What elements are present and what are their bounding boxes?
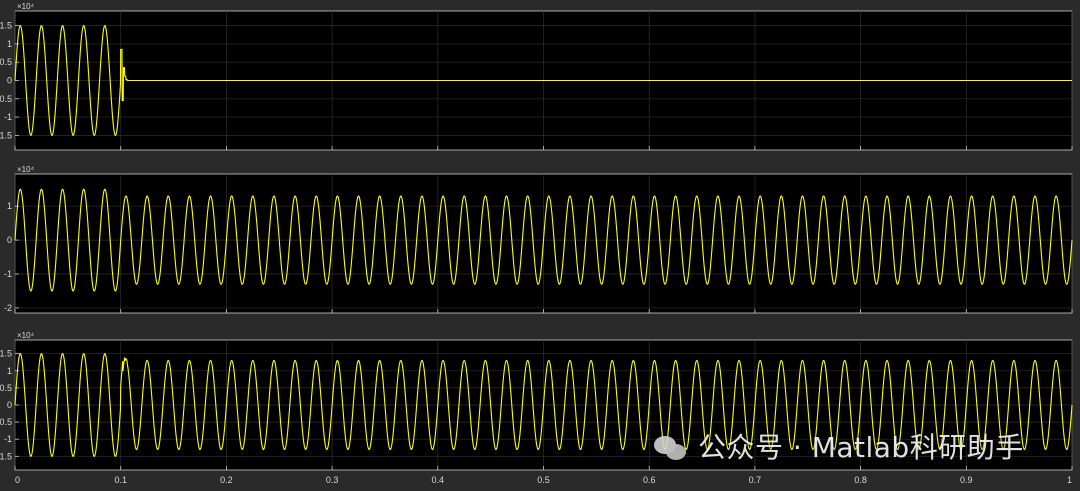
ytick-label-1-3: 0 [7, 76, 12, 86]
ytick-label-2-3: 1 [7, 201, 12, 211]
ytick-label-3-4: 0.5 [0, 383, 12, 393]
ytick-label-3-5: 1 [7, 366, 12, 376]
xtick-label-3-10: 1 [1067, 475, 1072, 485]
subplot-2: -2 -1 0 1 ×10⁴ [4, 165, 1073, 314]
ytick-label-2-2: 0 [7, 235, 12, 245]
subplot-1: -1.5 -1 -0.5 0 0.5 1 1.5 ×10⁴ [0, 2, 1073, 151]
xtick-label-3-1: 0.1 [114, 475, 127, 485]
xtick-label-3-7: 0.7 [749, 475, 762, 485]
ytick-label-1-6: 1.5 [0, 21, 12, 31]
ytick-label-3-2: -0.5 [0, 417, 12, 427]
ytick-label-3-6: 1.5 [0, 349, 12, 359]
ytick-label-1-2: -0.5 [0, 94, 12, 104]
xtick-label-3-3: 0.3 [326, 475, 339, 485]
subplot-3: -1.5 -1 -0.5 0 0.5 1 1.5 0 0.1 0.2 0.3 0.4 0.5 0.6 0.7… [0, 331, 1073, 485]
ytick-label-2-0: -2 [4, 303, 12, 313]
xtick-label-3-9: 0.9 [960, 475, 973, 485]
ytick-label-1-1: -1 [4, 112, 12, 122]
xtick-label-3-8: 0.8 [854, 475, 867, 485]
exponent-label-3: ×10⁴ [17, 331, 35, 340]
ytick-label-1-0: -1.5 [0, 130, 12, 140]
ytick-label-2-1: -1 [4, 269, 12, 279]
ytick-label-1-5: 1 [7, 39, 12, 49]
xtick-label-3-5: 0.5 [537, 475, 550, 485]
ytick-label-3-1: -1 [4, 434, 12, 444]
ytick-label-1-4: 0.5 [0, 57, 12, 67]
exponent-label-2: ×10⁴ [17, 165, 35, 174]
ytick-label-3-3: 0 [7, 400, 12, 410]
plots-root: -1.5 -1 -0.5 0 0.5 1 1.5 ×10⁴ -2 -1 0 1 ×10⁴ -1.5 -1 -0… [0, 2, 1073, 485]
xtick-label-3-0: 0 [15, 475, 20, 485]
xtick-label-3-6: 0.6 [643, 475, 656, 485]
xtick-label-3-2: 0.2 [220, 475, 233, 485]
scope-figure: -1.5 -1 -0.5 0 0.5 1 1.5 ×10⁴ -2 -1 0 1 ×10⁴ -1.5 -1 -0… [0, 0, 1080, 491]
xtick-label-3-4: 0.4 [432, 475, 445, 485]
ytick-label-3-0: -1.5 [0, 451, 12, 461]
exponent-label-1: ×10⁴ [17, 2, 35, 11]
